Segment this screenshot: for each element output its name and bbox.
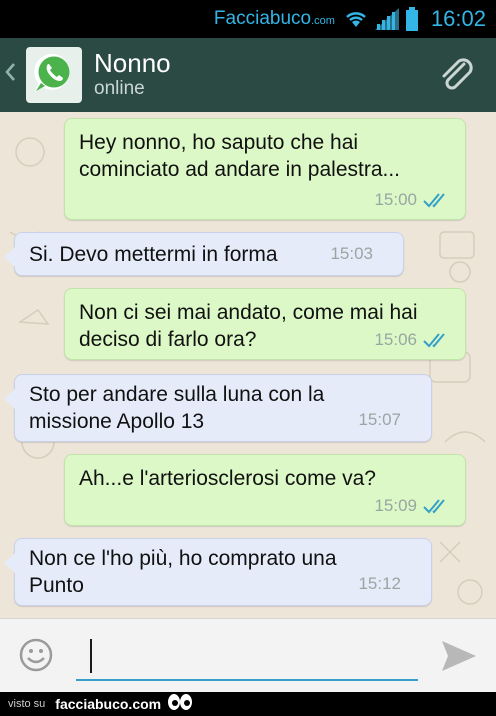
avatar[interactable] — [26, 47, 82, 103]
message-outgoing[interactable]: Hey nonno, ho saputo che hai cominciato … — [64, 118, 466, 220]
message-text: Ah...e l'arteriosclerosi come va? — [79, 467, 376, 490]
message-text: Hey nonno, ho saputo che hai cominciato … — [79, 131, 401, 181]
signal-icon — [374, 8, 399, 30]
message-meta: 15:03 — [330, 240, 373, 267]
smiley-icon[interactable] — [18, 637, 54, 673]
message-incoming[interactable]: Non ce l'ho più, ho comprato una Punto 1… — [4, 538, 432, 606]
message-text: Non ce l'ho più, ho comprato una Punto — [29, 547, 337, 597]
read-ticks-icon — [423, 498, 451, 514]
message-outgoing[interactable]: Non ci sei mai andato, come mai hai deci… — [64, 288, 466, 360]
read-ticks-icon — [423, 332, 451, 348]
message-meta: 15:09 — [374, 492, 451, 519]
chat-header: Nonno online — [0, 38, 496, 112]
watermark-footer: visto su facciabuco.com — [0, 692, 496, 716]
text-cursor — [90, 639, 92, 673]
message-time: 15:12 — [358, 574, 401, 593]
message-meta: 15:06 — [374, 326, 451, 353]
status-bar: Facciabuco.com 16:02 — [0, 0, 496, 38]
site-name: facciabuco.com — [55, 696, 162, 712]
message-incoming[interactable]: Sto per andare sulla luna con la mission… — [4, 374, 432, 442]
contact-name: Nonno — [94, 48, 171, 78]
message-input[interactable] — [76, 631, 418, 681]
battery-icon — [405, 7, 419, 31]
contact-info[interactable]: Nonno online — [94, 49, 171, 101]
composer — [0, 618, 496, 692]
message-time: 15:07 — [358, 410, 401, 429]
brand-name: Facciabuco — [213, 8, 312, 29]
message-time: 15:06 — [374, 330, 417, 349]
whatsapp-logo-icon — [31, 50, 77, 101]
status-clock: 16:02 — [430, 6, 486, 31]
message-text: Si. Devo mettermi in forma — [29, 243, 278, 266]
conversation[interactable]: Hey nonno, ho saputo che hai cominciato … — [0, 112, 496, 618]
message-time: 15:00 — [374, 190, 417, 209]
contact-status: online — [94, 78, 145, 99]
read-ticks-icon — [423, 192, 451, 208]
message-meta: 15:00 — [374, 186, 451, 213]
send-icon[interactable] — [440, 639, 478, 673]
seen-on-label: visto su — [8, 698, 46, 710]
status-brand: Facciabuco.com — [214, 8, 335, 30]
message-input-box[interactable] — [96, 641, 406, 671]
chevron-left-icon[interactable] — [4, 62, 22, 88]
message-time: 15:09 — [374, 496, 417, 515]
message-text: Sto per andare sulla luna con la mission… — [29, 383, 325, 433]
brand-tld: .com — [311, 15, 335, 27]
message-outgoing[interactable]: Ah...e l'arteriosclerosi come va? 15:09 — [64, 454, 466, 526]
eyes-mascot-icon — [167, 693, 193, 716]
message-time: 15:03 — [330, 244, 373, 263]
message-incoming[interactable]: Si. Devo mettermi in forma 15:03 — [4, 232, 404, 276]
message-meta: 15:07 — [358, 406, 401, 433]
paperclip-icon[interactable] — [438, 56, 478, 96]
message-meta: 15:12 — [358, 570, 401, 597]
wifi-icon — [343, 9, 369, 29]
